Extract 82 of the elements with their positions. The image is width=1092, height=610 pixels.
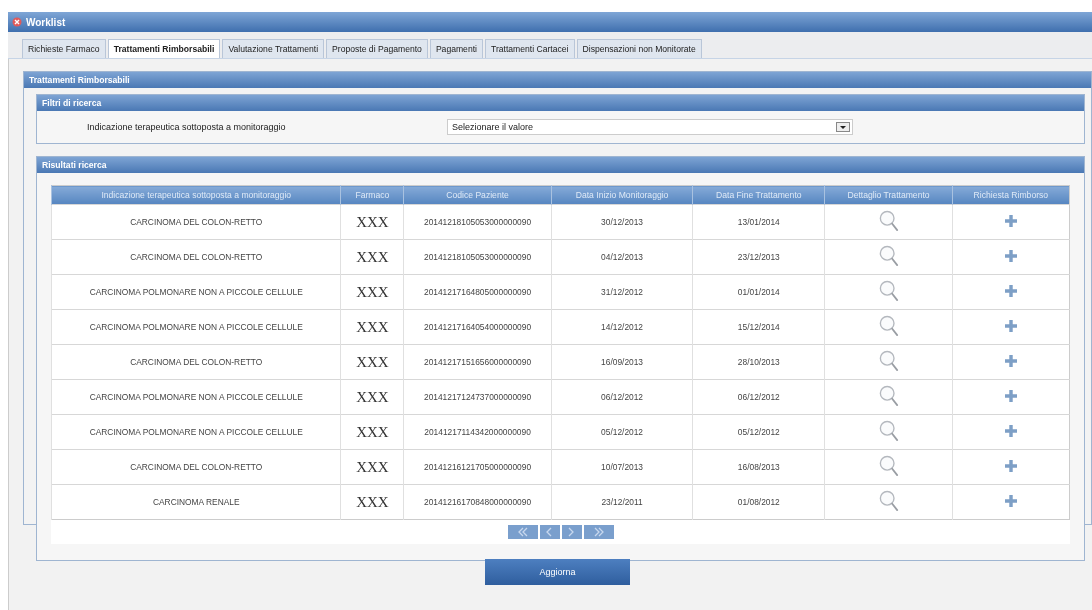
tab[interactable]: Richieste Farmaco: [22, 39, 106, 58]
table-cell: 31/12/2012: [551, 274, 693, 310]
panel-header: Trattamenti Rimborsabili: [24, 72, 1091, 88]
plus-icon[interactable]: [1004, 215, 1017, 227]
table-cell: 04/12/2013: [551, 239, 693, 275]
table-cell: CARCINOMA POLMONARE NON A PICCOLE CELLULE: [51, 379, 341, 415]
table-cell: XXX: [341, 414, 404, 450]
table-cell: XXX: [341, 309, 404, 345]
search-icon[interactable]: [878, 490, 899, 512]
table-cell: 28/10/2013: [692, 344, 825, 380]
table-cell: CARCINOMA POLMONARE NON A PICCOLE CELLULE: [51, 274, 341, 310]
table-cell: 20141218105053000000090: [403, 204, 552, 240]
table-cell: 01/08/2012: [692, 484, 825, 520]
table-cell: 20141217164054000000090: [403, 309, 552, 345]
table-cell: 16/09/2013: [551, 344, 693, 380]
table-cell: CARCINOMA DEL COLON-RETTO: [51, 204, 341, 240]
search-icon[interactable]: [878, 210, 899, 232]
section-header: Filtri di ricerca: [37, 95, 1084, 111]
table-cell: 01/01/2014: [692, 274, 825, 310]
plus-icon[interactable]: [1004, 425, 1017, 437]
tab[interactable]: Trattamenti Cartacei: [485, 39, 575, 58]
table-cell: 20141218105053000000090: [403, 239, 552, 275]
select-field[interactable]: Selezionare il valore: [447, 119, 853, 135]
plus-icon[interactable]: [1004, 460, 1017, 472]
table-cell: XXX: [341, 239, 404, 275]
table-cell: 23/12/2013: [692, 239, 825, 275]
table-cell: 05/12/2012: [551, 414, 693, 450]
plus-icon[interactable]: [1004, 250, 1017, 262]
close-icon[interactable]: [12, 17, 22, 27]
table-cell: CARCINOMA POLMONARE NON A PICCOLE CELLULE: [51, 414, 341, 450]
plus-icon[interactable]: [1004, 495, 1017, 507]
table-cell: 30/12/2013: [551, 204, 693, 240]
table-cell: 20141217164805000000090: [403, 274, 552, 310]
table-cell: XXX: [341, 484, 404, 520]
table-cell: 20141217151656000000090: [403, 344, 552, 380]
pager-button[interactable]: [583, 525, 614, 539]
table-cell: XXX: [341, 204, 404, 240]
table-cell: 20141216170848000000090: [403, 484, 552, 520]
tab[interactable]: Pagamenti: [429, 39, 483, 58]
table-cell: 10/07/2013: [551, 449, 693, 485]
table-cell: 13/01/2014: [692, 204, 825, 240]
plus-icon[interactable]: [1004, 390, 1017, 402]
table-cell: 23/12/2011: [551, 484, 693, 520]
search-icon[interactable]: [878, 455, 899, 477]
plus-icon[interactable]: [1004, 355, 1017, 367]
search-icon[interactable]: [878, 350, 899, 372]
table-cell: CARCINOMA POLMONARE NON A PICCOLE CELLULE: [51, 309, 341, 345]
table-cell: 20141217114342000000090: [403, 414, 552, 450]
table-cell: 15/12/2014: [692, 309, 825, 345]
table-cell: 06/12/2012: [551, 379, 693, 415]
table-cell: 20141217124737000000090: [403, 379, 552, 415]
pager-button[interactable]: [539, 525, 560, 539]
table-cell: XXX: [341, 379, 404, 415]
table-cell: 06/12/2012: [692, 379, 825, 415]
table-cell: 05/12/2012: [692, 414, 825, 450]
table-cell: CARCINOMA DEL COLON-RETTO: [51, 344, 341, 380]
search-icon[interactable]: [878, 280, 899, 302]
pager-button[interactable]: [561, 525, 582, 539]
window-title: Worklist: [26, 16, 66, 28]
section-header: Risultati ricerca: [37, 157, 1084, 173]
search-icon[interactable]: [878, 385, 899, 407]
table-cell: XXX: [341, 274, 404, 310]
tab[interactable]: Valutazione Trattamenti: [222, 39, 325, 58]
table-cell: XXX: [341, 449, 404, 485]
table-cell: XXX: [341, 344, 404, 380]
table-cell: CARCINOMA DEL COLON-RETTO: [51, 449, 341, 485]
pager-button[interactable]: [507, 525, 538, 539]
search-icon[interactable]: [878, 315, 899, 337]
search-icon[interactable]: [878, 245, 899, 267]
table-cell: 16/08/2013: [692, 449, 825, 485]
tab[interactable]: Proposte di Pagamento: [326, 39, 428, 58]
table-cell: 20141216121705000000090: [403, 449, 552, 485]
tab[interactable]: Dispensazioni non Monitorate: [576, 39, 702, 58]
tab[interactable]: Trattamenti Rimborsabili: [107, 39, 221, 58]
table-cell: 14/12/2012: [551, 309, 693, 345]
refresh-button[interactable]: Aggiorna: [485, 559, 630, 585]
table-cell: CARCINOMA RENALE: [51, 484, 341, 520]
table-cell: CARCINOMA DEL COLON-RETTO: [51, 239, 341, 275]
plus-icon[interactable]: [1004, 285, 1017, 297]
search-icon[interactable]: [878, 420, 899, 442]
plus-icon[interactable]: [1004, 320, 1017, 332]
filter-label: Indicazione terapeutica sottoposta a monitoraggio: [87, 122, 287, 132]
